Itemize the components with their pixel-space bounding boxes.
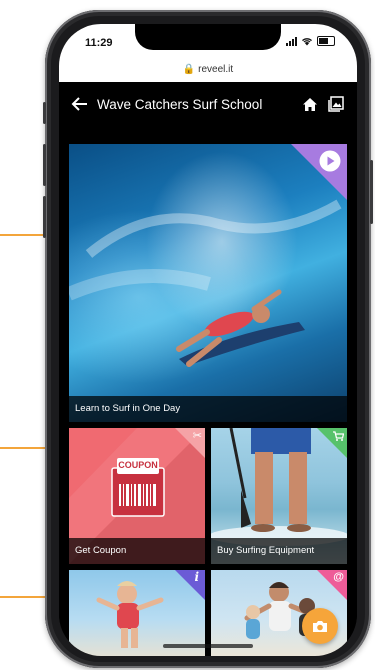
back-arrow-icon[interactable] (71, 97, 89, 111)
home-indicator[interactable] (163, 644, 253, 648)
power-button (370, 160, 373, 224)
url-text: reveel.it (198, 64, 234, 75)
volume-up-button (43, 144, 46, 186)
camera-icon (313, 620, 327, 632)
battery-icon (317, 36, 335, 46)
play-icon[interactable] (319, 150, 341, 172)
home-button[interactable] (297, 91, 323, 117)
wifi-icon (302, 37, 312, 45)
browser-url-bar[interactable]: 🔒 reveel.it (59, 60, 357, 82)
content-grid: Learn to Surf in One Day COUPON ✂ Get Co… (59, 126, 357, 656)
lock-icon: 🔒 (182, 64, 196, 75)
info-icon[interactable]: i (194, 570, 199, 584)
mute-switch (43, 102, 46, 124)
notch (135, 24, 281, 50)
tile-2-caption: Get Coupon (69, 538, 205, 564)
signal-icon (286, 36, 297, 46)
tile-1-caption: Learn to Surf in One Day (69, 396, 347, 422)
camera-button[interactable] (302, 608, 338, 644)
page-title: Wave Catchers Surf School (97, 96, 263, 112)
tile-learn-to-surf[interactable]: Learn to Surf in One Day (69, 144, 347, 422)
volume-down-button (43, 196, 46, 238)
status-icons (286, 36, 335, 46)
status-time: 11:29 (85, 37, 113, 49)
gallery-button[interactable] (323, 91, 349, 117)
scissors-icon[interactable]: ✂ (193, 429, 202, 442)
tile-3-caption: Buy Surfing Equipment (211, 538, 347, 564)
screen: 11:29 🔒 reveel.it Wave Catchers Surf Sch… (59, 24, 357, 656)
coupon-label: COUPON (118, 460, 158, 470)
tile-buy-equipment[interactable]: Buy Surfing Equipment (211, 428, 347, 564)
at-icon[interactable]: @ (333, 571, 344, 583)
home-icon (303, 97, 317, 111)
cart-icon[interactable] (333, 431, 344, 441)
app-bar: Wave Catchers Surf School (59, 82, 357, 126)
phone-frame: 11:29 🔒 reveel.it Wave Catchers Surf Sch… (43, 10, 373, 668)
gallery-icon (328, 96, 344, 112)
tile-get-coupon[interactable]: COUPON ✂ Get Coupon (69, 428, 205, 564)
tile-4-corner (175, 570, 205, 600)
